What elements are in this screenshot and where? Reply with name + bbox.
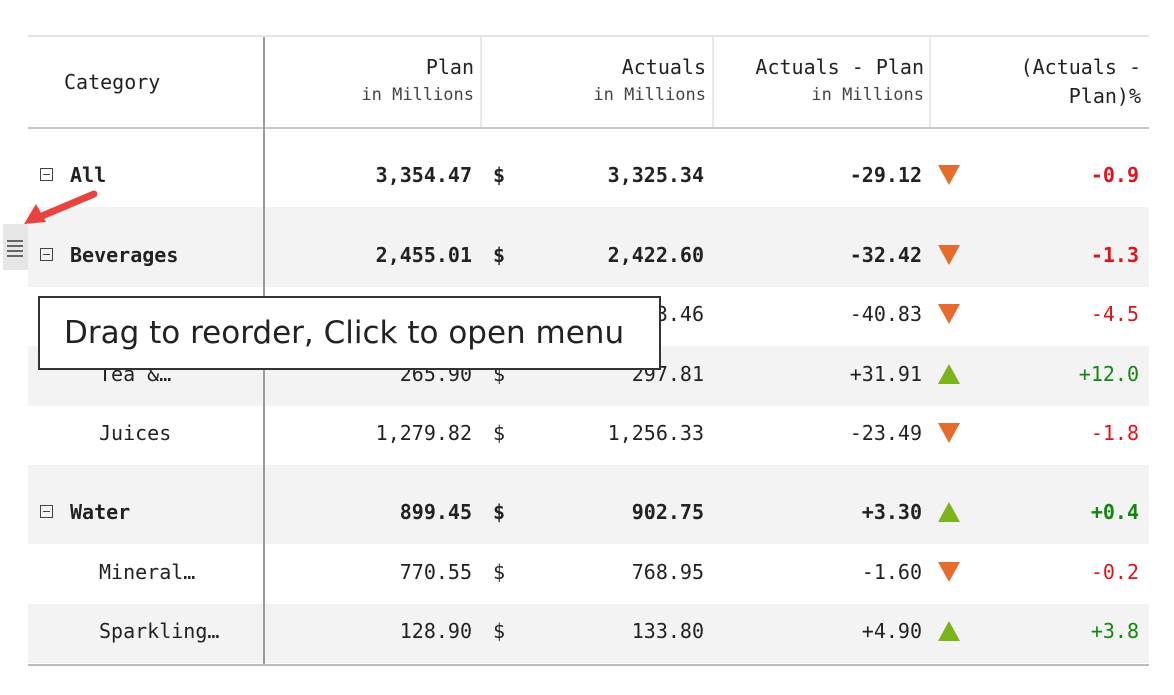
header-plan[interactable]: Plan [426, 55, 474, 79]
plan-value: 899.45 [399, 500, 472, 524]
category-label: Beverages [70, 243, 179, 267]
pct-value: +0.4 [1090, 500, 1139, 524]
table-row[interactable]: All 3,354.47 $3,325.34 -29.12 -0.9 [28, 128, 1149, 207]
category-label: Water [70, 500, 131, 524]
triangle-up-icon [938, 502, 960, 522]
table-row[interactable]: Mineral… 770.55 $768.95 -1.60 -0.2 [28, 544, 1149, 604]
pct-value: -0.2 [1090, 560, 1139, 584]
collapse-icon[interactable] [40, 505, 53, 518]
pct-value: +12.0 [1078, 362, 1139, 386]
diff-value: +31.91 [849, 362, 922, 386]
actuals-value: 902.75 [631, 500, 704, 524]
actuals-value: 133.80 [631, 619, 704, 643]
currency-symbol: $ [493, 243, 506, 267]
tooltip: Drag to reorder, Click to open menu [38, 296, 661, 370]
category-label: Juices [99, 421, 172, 445]
collapse-icon[interactable] [40, 248, 53, 261]
currency-symbol: $ [493, 421, 506, 445]
actuals-value: 2,422.60 [607, 243, 704, 267]
pct-value: -4.5 [1090, 302, 1139, 326]
currency-symbol: $ [493, 163, 506, 187]
diff-value: -1.60 [861, 560, 922, 584]
header-diff-sub: in Millions [811, 85, 924, 105]
header-diff[interactable]: Actuals - Plan [755, 55, 924, 79]
triangle-down-icon [938, 304, 960, 324]
actuals-value: 3,325.34 [607, 163, 704, 187]
diff-value: -29.12 [849, 163, 922, 187]
table-row[interactable]: Beverages 2,455.01 $2,422.60 -32.42 -1.3 [28, 207, 1149, 287]
plan-value: 128.90 [399, 619, 472, 643]
table-row[interactable]: Sparkling… 128.90 $133.80 +4.90 +3.8 [28, 604, 1149, 663]
plan-value: 3,354.47 [375, 163, 472, 187]
triangle-down-icon [938, 165, 960, 185]
header-actuals[interactable]: Actuals [622, 55, 706, 79]
header-separator [480, 37, 482, 127]
drag-handle-icon[interactable] [3, 224, 28, 270]
actuals-value: 768.95 [631, 560, 704, 584]
pct-value: -1.3 [1090, 243, 1139, 267]
currency-symbol: $ [493, 619, 506, 643]
triangle-down-icon [938, 562, 960, 582]
actuals-value: 3.46 [655, 302, 704, 326]
triangle-up-icon [938, 364, 960, 384]
pct-value: -1.8 [1090, 421, 1139, 445]
header-pct[interactable]: (Actuals - [1021, 55, 1141, 79]
pct-value: +3.8 [1090, 619, 1139, 643]
header-plan-sub: in Millions [361, 85, 474, 105]
diff-value: +4.90 [861, 619, 922, 643]
triangle-down-icon [938, 245, 960, 265]
triangle-down-icon [938, 423, 960, 443]
category-label: Sparkling… [99, 619, 220, 643]
category-label: All [70, 163, 107, 187]
plan-value: 1,279.82 [375, 421, 472, 445]
table-row[interactable]: Juices 1,279.82 $1,256.33 -23.49 -1.8 [28, 406, 1149, 465]
header-separator [929, 37, 931, 127]
header-actuals-sub: in Millions [593, 85, 706, 105]
table-row[interactable]: Water 899.45 $902.75 +3.30 +0.4 [28, 465, 1149, 544]
collapse-icon[interactable] [40, 168, 53, 181]
plan-value: 770.55 [399, 560, 472, 584]
pct-value: -0.9 [1090, 163, 1139, 187]
actuals-value: 1,256.33 [607, 421, 704, 445]
header-pct-line2: Plan)% [1068, 84, 1141, 108]
diff-value: -40.83 [849, 302, 922, 326]
annotation-arrow-icon [24, 190, 98, 224]
header-category[interactable]: Category [64, 70, 160, 94]
diff-value: +3.30 [861, 500, 922, 524]
header-row: Category Plan in Millions Actuals in Mil… [28, 37, 1149, 129]
currency-symbol: $ [493, 500, 506, 524]
category-label: Mineral… [99, 560, 196, 584]
diff-value: -23.49 [849, 421, 922, 445]
header-separator [712, 37, 714, 127]
diff-value: -32.42 [849, 243, 922, 267]
currency-symbol: $ [493, 560, 506, 584]
plan-value: 2,455.01 [375, 243, 472, 267]
triangle-up-icon [938, 621, 960, 641]
